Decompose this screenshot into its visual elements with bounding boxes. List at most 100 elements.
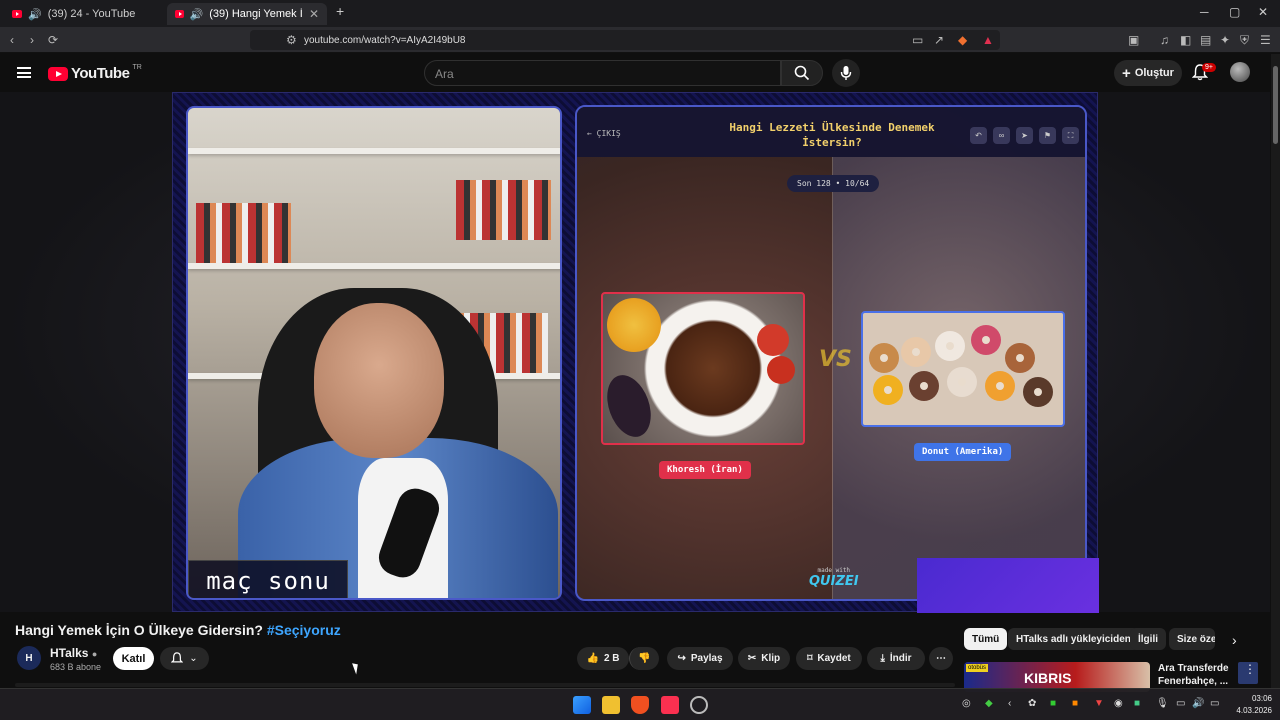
account-avatar[interactable]	[1230, 62, 1250, 82]
music-app-icon[interactable]	[661, 696, 679, 714]
video-player[interactable]: maç sonu ← ÇIKIŞ Hangi Lezzeti Ülkesinde…	[0, 92, 1270, 684]
clip-button[interactable]: ✂ Klip	[738, 647, 790, 670]
channel-name[interactable]: HTalks ●	[50, 646, 97, 660]
quiz-toolbar: ↶ ∞ ➤ ⚑ ⛶	[970, 127, 1079, 144]
eggplant-image	[599, 369, 659, 443]
books	[456, 180, 551, 240]
battery-icon[interactable]: ▭	[1210, 698, 1219, 709]
close-window-button[interactable]: ✕	[1258, 5, 1268, 19]
tray-app-icon[interactable]: ◎	[962, 698, 971, 709]
dislike-button[interactable]: 👎	[629, 647, 659, 670]
microphone-tray-icon[interactable]: 🎙	[1156, 698, 1169, 709]
overlay-caption: maç sonu	[188, 560, 348, 598]
display-tray-icon[interactable]: ▭	[1176, 698, 1185, 709]
new-tab-button[interactable]: +	[336, 3, 344, 19]
more-actions-button[interactable]: ⋯	[929, 647, 953, 670]
share-button[interactable]: ↪ Paylaş	[667, 647, 733, 670]
donut-image	[935, 331, 965, 361]
thumbnail-text: KIBRIS	[1024, 670, 1072, 686]
search-input[interactable]: Ara	[424, 60, 781, 86]
video-title: Hangi Yemek İçin O Ülkeye Gidersin? #Seç…	[15, 622, 341, 638]
scissors-icon: ✂	[747, 653, 757, 664]
more-vert-icon[interactable]: ⋮	[1244, 662, 1256, 676]
hamburger-menu-icon[interactable]	[17, 67, 31, 78]
made-with-text: made with	[817, 567, 851, 574]
file-explorer-icon[interactable]	[602, 696, 620, 714]
subscription-bell-button[interactable]: ⌄	[160, 647, 209, 670]
join-button[interactable]: Katıl	[113, 647, 154, 670]
search-button[interactable]	[781, 60, 823, 86]
forward-icon[interactable]: ›	[30, 33, 34, 47]
quiz-title: Hangi Lezzeti Ülkesinde Denemek İstersin…	[729, 121, 935, 149]
system-clock[interactable]: 03:06 4.03.2026	[1232, 693, 1272, 717]
share-arrow-icon: ↪	[677, 653, 686, 664]
channel-avatar[interactable]: H	[17, 646, 41, 670]
speaker-icon: 🔊	[189, 8, 204, 21]
minimize-button[interactable]: ─	[1200, 5, 1209, 19]
hashtag-link[interactable]: #Seçiyoruz	[267, 622, 341, 638]
link-icon: ∞	[993, 127, 1010, 144]
tray-app-icon[interactable]: ▼	[1094, 698, 1104, 709]
tray-app-icon[interactable]: ◉	[1114, 698, 1123, 709]
cast-icon[interactable]: ▭	[912, 33, 923, 47]
page-scrollbar[interactable]	[1271, 54, 1280, 688]
browser-tab[interactable]: 🔊 (39) 24 - YouTube	[4, 3, 164, 25]
download-button[interactable]: ⤓ İndir	[867, 647, 925, 670]
donut-image	[1005, 343, 1035, 373]
tray-app-icon[interactable]: ■	[1072, 698, 1078, 709]
webcam-feed: maç sonu	[186, 106, 562, 600]
tray-app-icon[interactable]: ■	[1050, 698, 1056, 709]
chip-for-you[interactable]: Size özel	[1169, 628, 1215, 650]
option-label-right: Donut (Amerika)	[914, 443, 1012, 461]
made-with-watermark: made with QUIZEI	[809, 567, 859, 589]
chip-from-uploader[interactable]: HTalks adlı yükleyiciden	[1008, 628, 1139, 650]
chip-all[interactable]: Tümü	[964, 628, 1008, 650]
wallet-icon[interactable]: ▤	[1200, 33, 1211, 47]
maximize-button[interactable]: ▢	[1229, 5, 1240, 19]
panel-icon[interactable]: ◧	[1180, 33, 1191, 47]
back-icon[interactable]: ‹	[10, 33, 14, 47]
brave-shield-icon[interactable]: ◆	[958, 33, 967, 47]
donut-image	[971, 325, 1001, 355]
next-video-title[interactable]: Ara Transferde Fenerbahçe, ...	[1158, 662, 1238, 688]
tomato-image	[757, 324, 789, 356]
quiz-exit-button: ← ÇIKIŞ	[587, 129, 621, 138]
chip-related[interactable]: İlgili	[1130, 628, 1166, 650]
chatgpt-icon[interactable]	[690, 696, 708, 714]
scrollbar-thumb[interactable]	[1273, 66, 1278, 144]
leo-ai-icon[interactable]: ✦	[1220, 33, 1230, 47]
music-icon[interactable]: ♫	[1160, 33, 1169, 47]
vpn-icon[interactable]: ⛨	[1240, 33, 1249, 48]
thumbnail-badge: otobüs	[966, 664, 989, 672]
rewards-icon[interactable]: ▲	[982, 33, 994, 47]
donut-image	[1023, 377, 1053, 407]
bookmark-icon: ⌑	[807, 653, 813, 664]
donut-image	[901, 337, 931, 367]
create-button[interactable]: + Oluştur	[1114, 60, 1182, 86]
youtube-logo[interactable]: YouTube TR	[48, 64, 142, 82]
windows-taskbar: ◎ ◆ ‹ ✿ ■ ■ ▼ ◉ ■ 🎙 ▭ 🔊 ▭ 03:06 4.03.202…	[0, 688, 1280, 720]
sidebar-toggle-icon[interactable]: ▣	[1128, 33, 1139, 47]
chevron-right-icon[interactable]: ›	[1232, 632, 1237, 648]
volume-icon[interactable]: 🔊	[1192, 698, 1204, 709]
voice-search-button[interactable]	[832, 59, 860, 87]
reload-icon[interactable]: ⟳	[48, 33, 58, 47]
tray-app-icon[interactable]: ✿	[1028, 698, 1036, 709]
plus-icon: +	[1122, 64, 1131, 82]
tray-app-icon[interactable]: ■	[1134, 698, 1140, 709]
site-info-icon[interactable]: ⚙	[286, 33, 297, 47]
url-field[interactable]: youtube.com/watch?v=AIyA2I49bU8	[250, 30, 1000, 50]
brave-browser-icon[interactable]	[631, 696, 649, 714]
like-button[interactable]: 👍 2 B	[577, 647, 629, 670]
tray-app-icon[interactable]: ◆	[985, 698, 993, 709]
share-icon[interactable]: ↗	[934, 33, 944, 47]
quiz-divider	[832, 157, 833, 599]
video-frame[interactable]: maç sonu ← ÇIKIŞ Hangi Lezzeti Ülkesinde…	[172, 92, 1099, 613]
close-tab-icon[interactable]: ✕	[309, 7, 319, 21]
windows-start-icon[interactable]	[573, 696, 591, 714]
browser-tab-active[interactable]: 🔊 (39) Hangi Yemek İçin O Ülke... ✕	[167, 3, 327, 25]
tray-app-icon[interactable]: ‹	[1008, 698, 1011, 709]
address-bar-row: ‹ › ⟳ ⌑ youtube.com/watch?v=AIyA2I49bU8 …	[0, 27, 1280, 53]
menu-icon[interactable]: ☰	[1260, 33, 1271, 47]
save-button[interactable]: ⌑ Kaydet	[796, 647, 862, 670]
